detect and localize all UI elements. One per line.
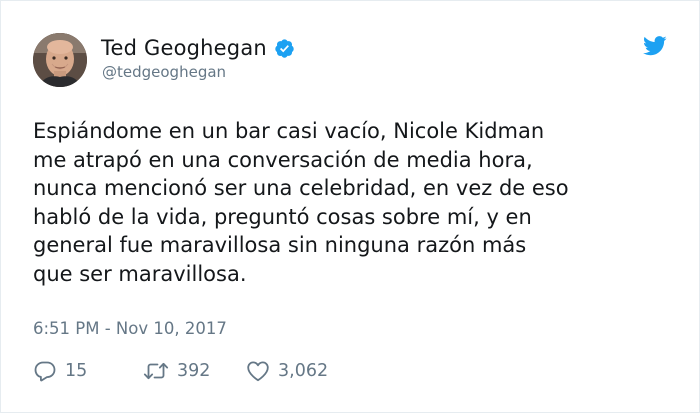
retweet-icon: [143, 362, 169, 380]
tweet-card: Ted Geoghegan @tedgeoghegan Espiándome e…: [0, 0, 700, 413]
avatar[interactable]: [33, 33, 87, 87]
reply-icon: [34, 361, 56, 382]
heart-icon: [247, 361, 269, 382]
tweet-line: habló de la vida, preguntó cosas sobre m…: [33, 204, 532, 229]
author-name-row[interactable]: Ted Geoghegan: [101, 34, 295, 62]
verified-badge-icon: [274, 38, 295, 59]
author-handle[interactable]: @tedgeoghegan: [102, 63, 226, 81]
twitter-bird-icon[interactable]: [643, 36, 667, 56]
reply-count: 15: [65, 361, 88, 381]
author-display-name[interactable]: Ted Geoghegan: [101, 36, 267, 60]
tweet-line: Espiándome en un bar casi vacío, Nicole …: [33, 119, 545, 143]
like-count: 3,062: [278, 361, 329, 381]
tweet-timestamp[interactable]: 6:51 PM - Nov 10, 2017: [33, 319, 227, 338]
retweet-count: 392: [177, 361, 211, 381]
tweet-actions: 15 392 3,062: [33, 357, 328, 385]
tweet-line: me atrapó en una conversación de media h…: [33, 147, 533, 172]
reply-button[interactable]: 15: [33, 360, 133, 382]
tweet-line: general fue maravillosa sin ninguna razó…: [33, 233, 527, 257]
like-button[interactable]: 3,062: [246, 360, 328, 382]
retweet-button[interactable]: 392: [143, 360, 243, 382]
tweet-line: nunca mencionó ser una celebridad, en ve…: [33, 176, 569, 200]
tweet-text: Espiándome en un bar casi vacío, Nicole …: [33, 117, 673, 288]
tweet-line: que ser maravillosa.: [33, 261, 247, 286]
profile-photo: [33, 33, 87, 87]
